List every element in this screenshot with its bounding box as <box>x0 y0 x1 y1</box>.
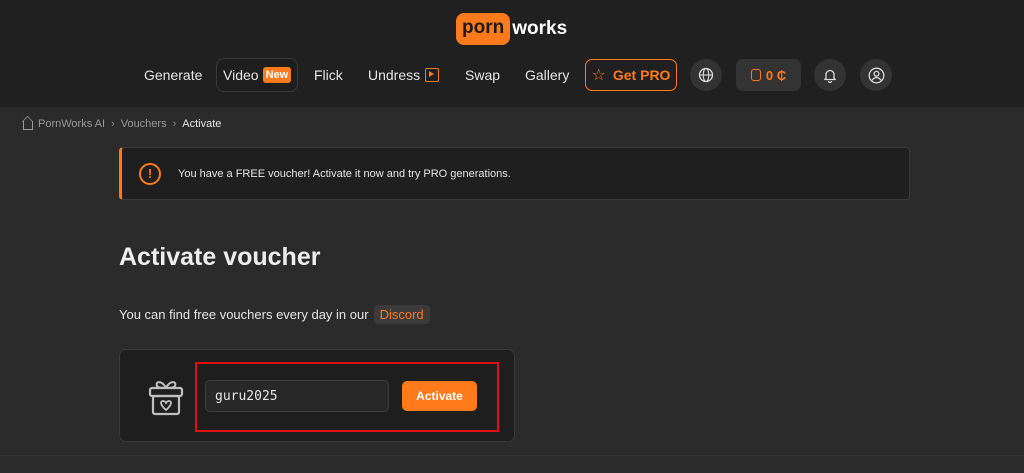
breadcrumb: PornWorks AI › Vouchers › Activate <box>23 116 221 132</box>
discord-link[interactable]: Discord <box>373 304 430 324</box>
breadcrumb-vouchers[interactable]: Vouchers <box>121 118 167 130</box>
alert-circle-icon: ! <box>139 162 161 185</box>
breadcrumb-current: Activate <box>182 118 222 130</box>
logo-text: works <box>512 18 568 39</box>
nav-gallery[interactable]: Gallery <box>525 58 569 92</box>
nav-undress-label: Undress <box>368 67 421 83</box>
bell-icon <box>824 69 836 83</box>
notifications-button[interactable] <box>814 59 846 91</box>
user-icon <box>868 67 884 83</box>
home-icon <box>23 120 33 130</box>
coins-balance: 0 ₵ <box>765 67 787 83</box>
nav-video-label: Video <box>223 67 259 83</box>
nav-video[interactable]: Video New <box>216 58 299 92</box>
page-title: Activate voucher <box>119 243 321 271</box>
language-button[interactable] <box>690 59 722 91</box>
gift-icon <box>148 381 184 416</box>
profile-button[interactable] <box>860 59 892 91</box>
globe-icon <box>698 67 714 83</box>
chevron-right-icon: › <box>172 118 177 130</box>
play-square-icon <box>425 68 440 82</box>
discord-hint: You can find free vouchers every day in … <box>119 304 430 324</box>
nav-generate[interactable]: Generate <box>144 58 202 92</box>
nav-undress[interactable]: Undress <box>368 58 440 92</box>
coins-icon <box>750 69 761 81</box>
breadcrumb-home[interactable]: PornWorks AI <box>38 118 105 130</box>
logo-badge: porn <box>456 13 511 45</box>
get-pro-label: Get PRO <box>612 67 671 83</box>
coins-balance-button[interactable]: 0 ₵ <box>736 59 801 91</box>
nav-flick[interactable]: Flick <box>314 58 343 92</box>
discord-hint-text: You can find free vouchers every day in … <box>119 306 369 322</box>
alert-text: You have a FREE voucher! Activate it now… <box>178 167 511 180</box>
activate-button[interactable]: Activate <box>402 381 477 411</box>
star-icon: ☆ <box>591 67 606 84</box>
chevron-right-icon: › <box>111 118 115 130</box>
voucher-code-input[interactable] <box>205 380 389 412</box>
top-header: porn works Generate Video New Flick Undr… <box>0 0 1024 107</box>
logo[interactable]: porn works <box>456 12 567 46</box>
divider <box>0 455 1024 456</box>
new-badge: New <box>262 67 292 83</box>
nav-swap[interactable]: Swap <box>465 58 500 92</box>
free-voucher-alert: ! You have a FREE voucher! Activate it n… <box>119 147 910 200</box>
voucher-card: Activate <box>119 349 515 442</box>
get-pro-button[interactable]: ☆ Get PRO <box>585 59 677 91</box>
